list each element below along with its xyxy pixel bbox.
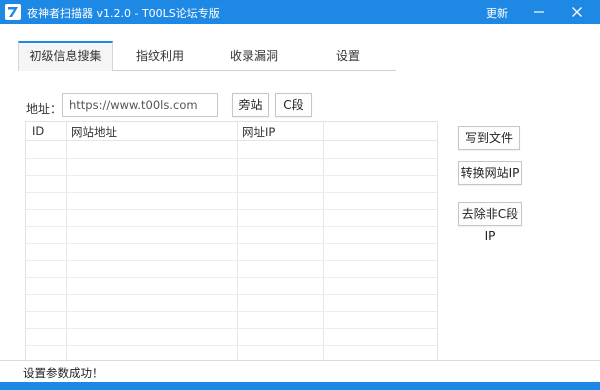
table-row-line: [26, 209, 437, 210]
tab-vulnerabilities[interactable]: 收录漏洞: [208, 41, 300, 71]
minimize-button[interactable]: [524, 0, 554, 24]
table-row-line: [26, 311, 437, 312]
column-site-ip[interactable]: 网址IP: [242, 124, 275, 140]
c-segment-button[interactable]: C段: [275, 93, 312, 117]
side-site-button[interactable]: 旁站: [232, 93, 269, 117]
address-input[interactable]: [62, 93, 218, 117]
close-icon: [572, 7, 582, 17]
table-row-line: [26, 192, 437, 193]
tab-settings[interactable]: 设置: [304, 41, 392, 71]
tab-fingerprint[interactable]: 指纹利用: [116, 41, 204, 71]
table-row-line: [26, 158, 437, 159]
table-row-line: [26, 175, 437, 176]
table-row-line: [26, 243, 437, 244]
convert-site-ip-button[interactable]: 转换网站IP: [458, 161, 522, 185]
write-to-file-button[interactable]: 写到文件: [458, 126, 520, 150]
table-row-line: [26, 294, 437, 295]
title-bar: 夜神者扫描器 v1.2.0 - T00LS论坛专版 更新: [0, 0, 600, 24]
results-table[interactable]: ID 网站地址 网址IP: [25, 121, 438, 361]
table-row-line: [26, 345, 437, 346]
table-row-line: [26, 328, 437, 329]
table-row-line: [26, 277, 437, 278]
window-title: 夜神者扫描器 v1.2.0 - T00LS论坛专版: [27, 7, 220, 20]
status-text: 设置参数成功！: [23, 366, 104, 380]
tab-bar: 初级信息搜集 指纹利用 收录漏洞 设置: [18, 41, 396, 71]
table-row-line: [26, 260, 437, 261]
tab-basic-info[interactable]: 初级信息搜集: [18, 41, 113, 71]
close-button[interactable]: [562, 0, 592, 24]
address-label: 地址：: [26, 102, 63, 116]
column-id[interactable]: ID: [32, 124, 44, 138]
table-header: ID 网站地址 网址IP: [26, 122, 437, 141]
update-link[interactable]: 更新: [486, 5, 508, 21]
column-site-url[interactable]: 网站地址: [71, 124, 117, 140]
remove-non-c-segment-button[interactable]: 去除非C段IP: [458, 202, 522, 243]
status-bar: 设置参数成功！: [0, 360, 600, 382]
bottom-accent-bar: [0, 382, 600, 390]
minimize-icon: [534, 11, 544, 13]
table-row-line: [26, 226, 437, 227]
app-logo-icon: [5, 4, 21, 20]
